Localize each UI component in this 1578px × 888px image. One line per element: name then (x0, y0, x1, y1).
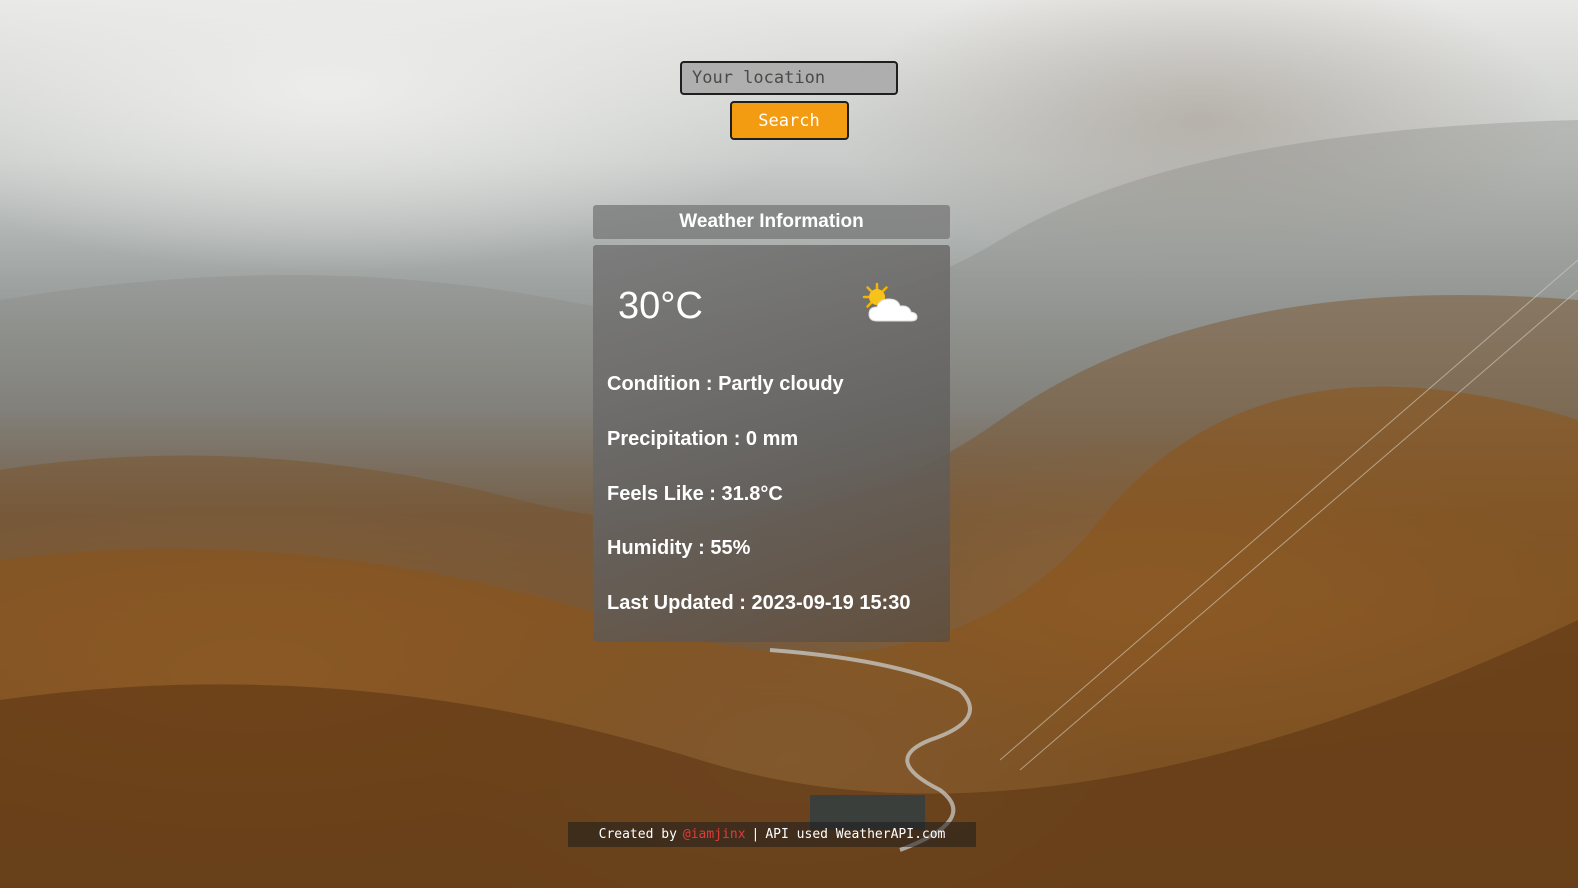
search-area: Search (0, 61, 1578, 140)
temperature-value: 30°C (618, 285, 703, 327)
footer-created-label: Created by (598, 827, 677, 842)
footer: Created by @iamjinx | API used WeatherAP… (568, 822, 976, 847)
weather-info-title: Weather Information (679, 211, 864, 232)
footer-separator: | (751, 827, 760, 842)
feels-like-row: Feels Like : 31.8°C (607, 483, 783, 505)
author-link[interactable]: @iamjinx (683, 827, 746, 842)
search-button[interactable]: Search (729, 101, 849, 140)
weather-info-card: 30°C Condition : Partly cloudy Precipita… (593, 245, 950, 642)
humidity-row: Humidity : 55% (607, 537, 751, 559)
footer-api-text: API used WeatherAPI.com (765, 827, 946, 842)
weather-info-header: Weather Information (593, 205, 950, 239)
location-search-input[interactable] (680, 61, 898, 95)
partly-cloudy-icon (862, 282, 918, 322)
condition-row: Condition : Partly cloudy (607, 373, 844, 395)
last-updated-row: Last Updated : 2023-09-19 15:30 (607, 592, 911, 614)
precipitation-row: Precipitation : 0 mm (607, 428, 799, 450)
